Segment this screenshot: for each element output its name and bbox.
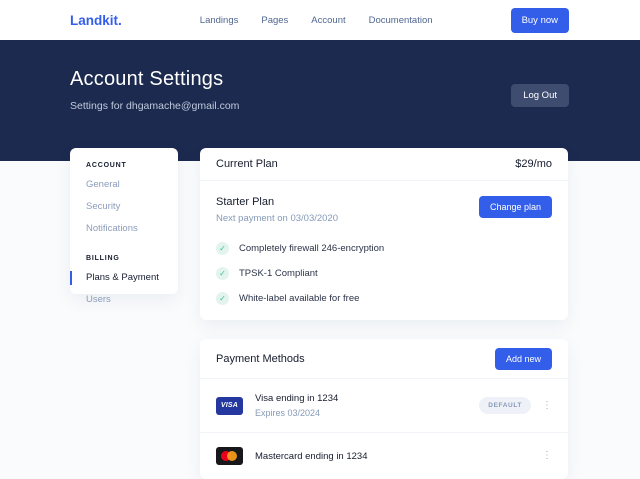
plan-info: Starter Plan Next payment on 03/03/2020 — [216, 196, 338, 224]
current-plan-title: Current Plan — [216, 158, 278, 170]
feature-item: ✓ TPSK-1 Compliant — [216, 267, 552, 280]
plan-next-payment: Next payment on 03/03/2020 — [216, 213, 338, 224]
change-plan-button[interactable]: Change plan — [479, 196, 552, 218]
visa-logo-icon: VISA — [216, 397, 243, 415]
check-icon: ✓ — [216, 292, 229, 305]
current-plan-card: Current Plan $29/mo Starter Plan Next pa… — [200, 148, 568, 320]
plan-name: Starter Plan — [216, 196, 338, 208]
mastercard-logo-icon — [216, 447, 243, 465]
nav-link-account[interactable]: Account — [311, 15, 345, 26]
page-subtitle: Settings for dhgamache@gmail.com — [70, 100, 569, 112]
navbar: Landkit. Landings Pages Account Document… — [0, 0, 640, 40]
nav-link-pages[interactable]: Pages — [261, 15, 288, 26]
logo[interactable]: Landkit. — [70, 13, 122, 28]
page-title: Account Settings — [70, 68, 569, 91]
kebab-menu-icon[interactable]: ⋮ — [542, 401, 552, 411]
plan-features: ✓ Completely firewall 246-encryption ✓ T… — [216, 242, 552, 305]
check-icon: ✓ — [216, 267, 229, 280]
logout-button[interactable]: Log Out — [511, 84, 569, 107]
settings-sidebar: ACCOUNT General Security Notifications B… — [70, 148, 178, 294]
payment-methods-card: Payment Methods Add new VISA Visa ending… — [200, 339, 568, 479]
sidebar-item-users[interactable]: Users — [86, 294, 162, 306]
feature-label: TPSK-1 Compliant — [239, 268, 318, 279]
nav-link-landings[interactable]: Landings — [200, 15, 239, 26]
payment-method-row-visa: VISA Visa ending in 1234 Expires 03/2024… — [200, 379, 568, 432]
nav-links: Landings Pages Account Documentation — [122, 15, 511, 26]
feature-item: ✓ White-label available for free — [216, 292, 552, 305]
payment-method-title: Mastercard ending in 1234 — [255, 451, 368, 462]
current-plan-body: Starter Plan Next payment on 03/03/2020 … — [200, 181, 568, 320]
payment-methods-header: Payment Methods Add new — [200, 339, 568, 379]
sidebar-item-plans-payment[interactable]: Plans & Payment — [86, 272, 162, 284]
buy-now-button[interactable]: Buy now — [511, 8, 569, 33]
payment-methods-title: Payment Methods — [216, 353, 305, 365]
plan-row: Starter Plan Next payment on 03/03/2020 … — [216, 196, 552, 224]
sidebar-item-notifications[interactable]: Notifications — [86, 223, 162, 235]
add-new-button[interactable]: Add new — [495, 348, 552, 370]
current-plan-header: Current Plan $29/mo — [200, 148, 568, 181]
hero-header: Account Settings Settings for dhgamache@… — [0, 40, 640, 161]
kebab-menu-icon[interactable]: ⋮ — [542, 451, 552, 461]
payment-method-info: Visa ending in 1234 Expires 03/2024 — [255, 393, 338, 418]
current-plan-price: $29/mo — [515, 158, 552, 170]
feature-item: ✓ Completely firewall 246-encryption — [216, 242, 552, 255]
payment-method-row-mastercard: Mastercard ending in 1234 ⋮ — [200, 432, 568, 479]
feature-label: Completely firewall 246-encryption — [239, 243, 384, 254]
sidebar-item-security[interactable]: Security — [86, 201, 162, 213]
sidebar-item-general[interactable]: General — [86, 179, 162, 191]
nav-link-documentation[interactable]: Documentation — [369, 15, 433, 26]
default-badge: DEFAULT — [479, 397, 531, 414]
settings-panels: Current Plan $29/mo Starter Plan Next pa… — [200, 148, 568, 479]
sidebar-heading-billing: BILLING — [86, 255, 162, 262]
sidebar-heading-account: ACCOUNT — [86, 162, 162, 169]
feature-label: White-label available for free — [239, 293, 359, 304]
main-content: ACCOUNT General Security Notifications B… — [0, 148, 640, 479]
payment-method-expiry: Expires 03/2024 — [255, 408, 338, 418]
check-icon: ✓ — [216, 242, 229, 255]
payment-method-info: Mastercard ending in 1234 — [255, 451, 368, 462]
payment-method-title: Visa ending in 1234 — [255, 393, 338, 404]
